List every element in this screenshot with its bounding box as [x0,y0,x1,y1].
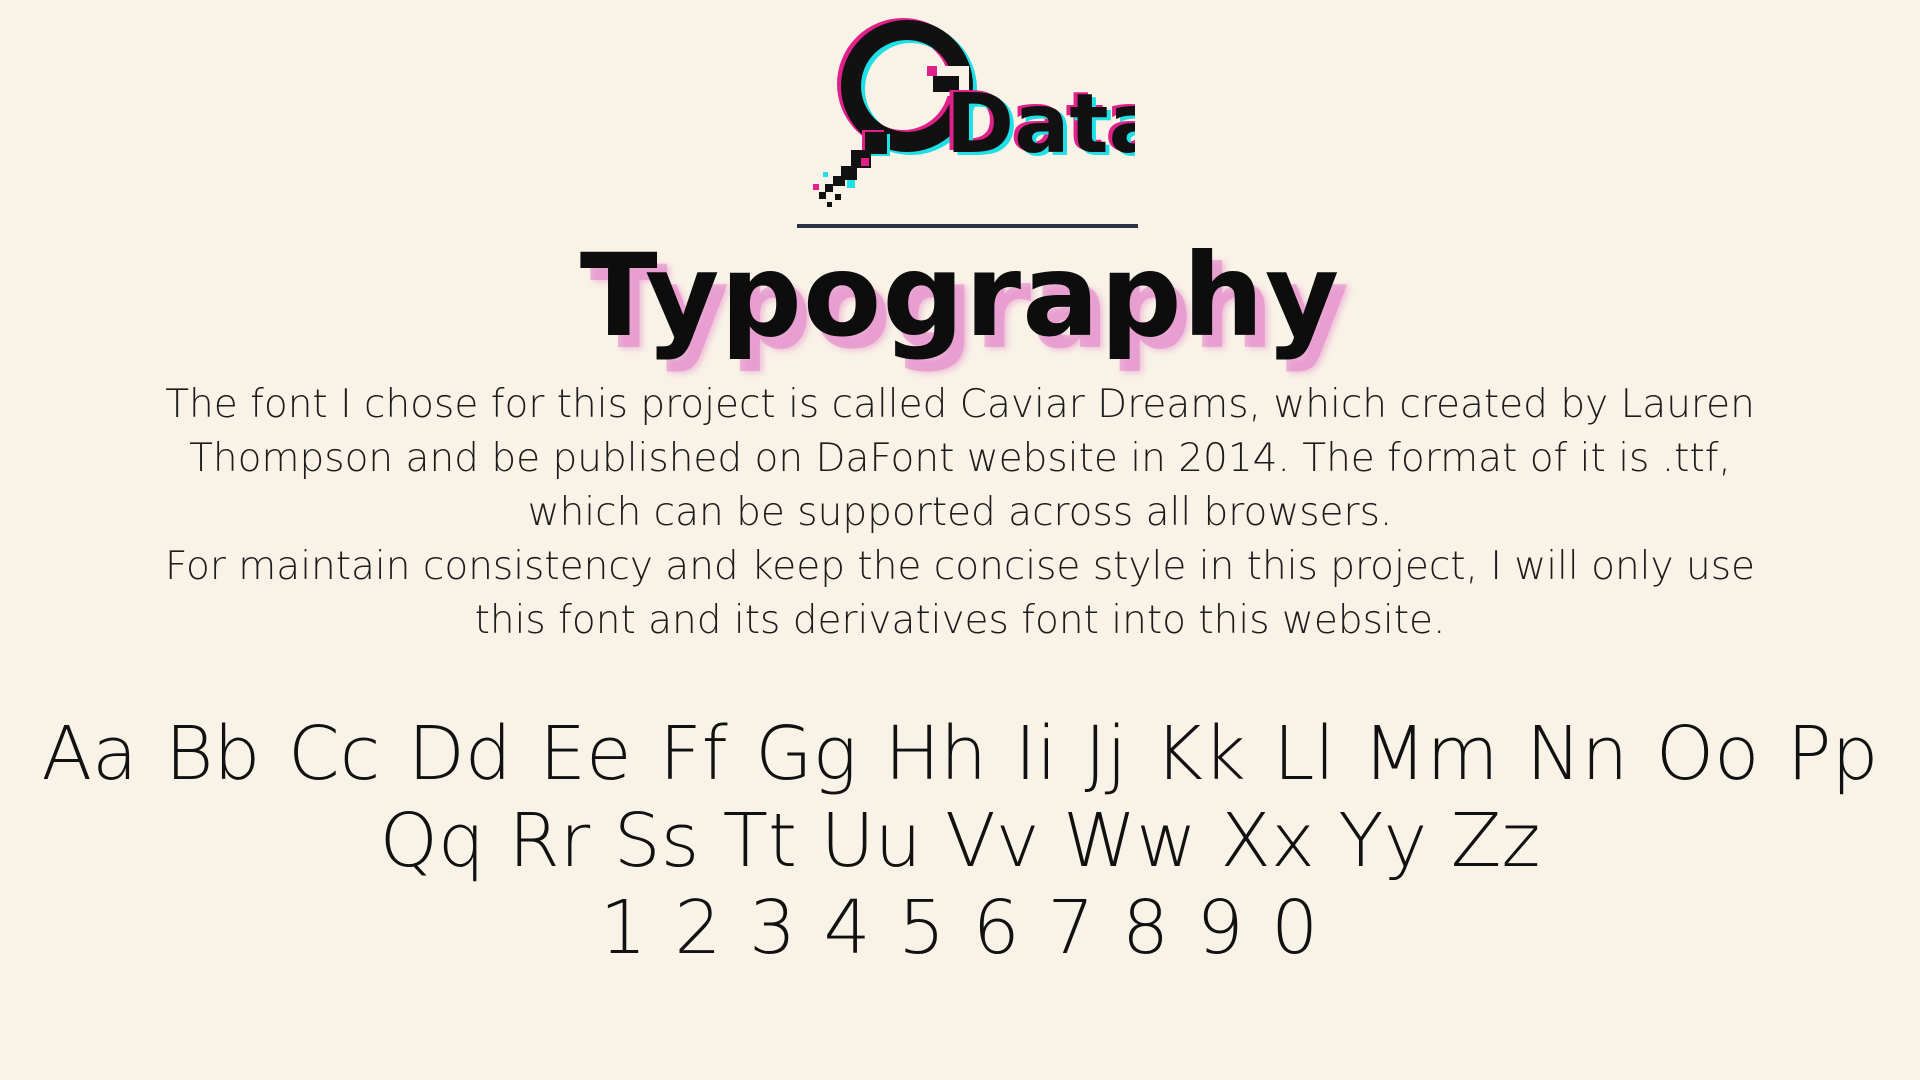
numerals-row: 1 2 3 4 5 6 7 8 9 0 [599,885,1321,971]
alphabet-row-1: Aa Bb Cc Dd Ee Ff Gg Hh Ii Jj Kk Ll Mm N… [41,711,1879,797]
brand-logo: Data Data Data [795,8,1168,218]
page-title: Typography [579,229,1341,362]
logo-wordmark: Data [946,77,1135,172]
description-paragraph-1: The font I chose for this project is cal… [165,382,1755,535]
description: The font I chose for this project is cal… [150,378,1770,648]
magnifier-data-logo-icon: Data Data Data [813,18,1168,207]
alphabet-row-2: Qq Rr Ss Tt Uu Vv Ww Xx Yy Zz [379,798,1541,884]
description-paragraph-2: For maintain consistency and keep the co… [164,544,1756,643]
